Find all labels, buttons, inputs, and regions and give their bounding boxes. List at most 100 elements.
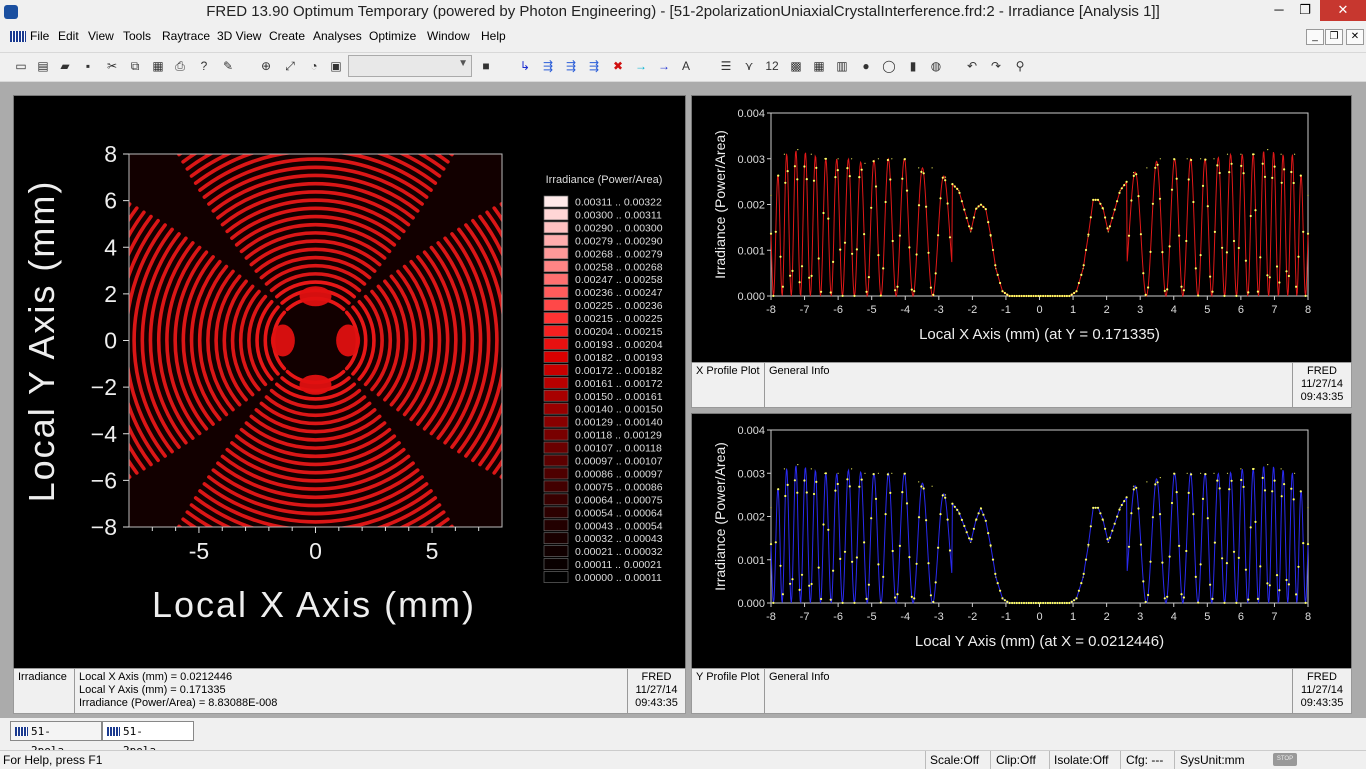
document-tab-bar: 51-2pola... 51-2pola... [0, 718, 1366, 757]
sample-point [1221, 246, 1224, 249]
clear-rays-icon[interactable]: ✖ [610, 58, 626, 74]
data-point [931, 167, 933, 169]
menu-optimize[interactable]: Optimize [369, 29, 416, 43]
sample-point [1080, 273, 1083, 276]
sample-point [841, 294, 844, 297]
sample-point [989, 234, 992, 237]
binoculars-icon[interactable]: ⚲ [1012, 58, 1028, 74]
copy-icon[interactable]: ⧉ [127, 58, 143, 74]
sample-point [1163, 597, 1166, 600]
document-menu-icon[interactable] [10, 31, 26, 42]
legend-swatch [543, 519, 569, 532]
new-icon[interactable]: ▭ [13, 58, 29, 74]
data-point [1307, 194, 1309, 196]
irradiance-plot-pane[interactable]: 8 6 4 2 0 −2 −4 −6 −8 -5 0 5 Local X Axis (mm) Local … [13, 95, 686, 669]
menu-edit[interactable]: Edit [58, 29, 79, 43]
monitor-icon[interactable]: ▥ [834, 58, 850, 74]
arrow-blue-icon[interactable]: → [656, 58, 672, 74]
data-point [1028, 295, 1030, 297]
sample-point [977, 205, 980, 208]
trace-text-icon[interactable]: A [678, 58, 694, 74]
redo-icon[interactable]: ↷ [988, 58, 1004, 74]
maximize-button[interactable]: ❐ [1292, 0, 1318, 21]
print-icon[interactable]: ⎙ [172, 58, 188, 74]
zoom-icon[interactable]: ⊕ [258, 58, 274, 74]
minimize-button[interactable]: ─ [1266, 0, 1292, 21]
x-profile-plot-pane[interactable]: 0.000 0.001 0.002 0.003 0.004 -8 -7 -6 -5 -4 -3 -2 -… [691, 95, 1352, 363]
open-icon[interactable]: ▰ [57, 58, 73, 74]
trace-grid-icon[interactable]: ⇶ [586, 58, 602, 74]
stop-button[interactable]: STOP [1273, 753, 1297, 766]
help-icon[interactable]: ? [196, 58, 212, 74]
sample-point [1306, 543, 1310, 546]
data-point [931, 485, 933, 487]
sample-point [805, 491, 808, 494]
fringe-ring [499, 202, 502, 479]
globe-icon[interactable]: ◯ [881, 58, 897, 74]
arrow-cyan-icon[interactable]: → [633, 58, 649, 74]
center-fringe-spot [299, 286, 332, 307]
properties-icon[interactable]: ✎ [220, 58, 236, 74]
sample-point [905, 502, 909, 505]
menu-view[interactable]: View [88, 29, 114, 43]
close-button[interactable]: ✕ [1320, 0, 1366, 21]
sample-point [820, 290, 823, 293]
save-icon[interactable]: ▪ [80, 58, 96, 74]
view-selector-combo[interactable]: ▼ [348, 55, 472, 77]
list-icon[interactable]: ☰ [718, 58, 734, 74]
fit-icon[interactable]: ⤢ [282, 58, 298, 74]
trace-all-icon[interactable]: ⇶ [540, 58, 556, 74]
mdi-minimize-button[interactable]: _ [1306, 29, 1324, 45]
sample-point [1011, 294, 1014, 298]
data-point [891, 158, 893, 160]
trace-icon[interactable]: ↳ [517, 58, 533, 74]
y-profile-stamp: FRED 11/27/14 09:43:35 [1293, 669, 1351, 713]
table-icon[interactable]: ▦ [811, 58, 827, 74]
x-tick-label: -8 [766, 304, 776, 316]
legend-swatch [543, 558, 569, 570]
color-icon[interactable]: ■ [478, 58, 494, 74]
sample-point [1290, 170, 1293, 174]
data-point [783, 468, 785, 470]
spot-icon[interactable]: 12 [764, 58, 780, 74]
menu-analyses[interactable]: Analyses [313, 29, 362, 43]
view-icon[interactable]: ▣ [328, 58, 344, 74]
mdi-restore-button[interactable]: ❐ [1325, 29, 1343, 45]
menu-3d-view[interactable]: 3D View [217, 29, 261, 43]
x-tick-label: -1 [1001, 304, 1011, 316]
legend-swatch [543, 208, 569, 221]
sample-point [1280, 181, 1283, 184]
menu-window[interactable]: Window [427, 29, 470, 43]
plot-type-label: Irradiance [14, 669, 75, 713]
lens-icon[interactable]: ● [858, 58, 874, 74]
sample-point [951, 502, 954, 505]
document-tab-2[interactable]: 51-2pola... [102, 721, 194, 757]
cut-icon[interactable]: ✂ [104, 58, 120, 74]
sample-point [1161, 251, 1164, 254]
chart-icon[interactable]: ▮ [905, 58, 921, 74]
menu-help[interactable]: Help [481, 29, 506, 43]
mdi-close-button[interactable]: ✕ [1346, 29, 1364, 45]
ray-summary-icon[interactable]: ⋎ [741, 58, 757, 74]
sample-point [1216, 479, 1219, 482]
sample-point [996, 582, 999, 585]
new-doc-icon[interactable]: ▤ [35, 58, 51, 74]
irradiance-info-bar: Irradiance Local X Axis (mm) = 0.0212446… [13, 668, 686, 714]
analysis-icon[interactable]: ▩ [788, 58, 804, 74]
trace-step-icon[interactable]: ⇶ [563, 58, 579, 74]
sample-point [1104, 527, 1107, 530]
data-point [1087, 235, 1089, 238]
y-profile-plot-pane[interactable]: 0.000 0.001 0.002 0.003 0.004 -8 -7 -6 -5 -4 -3 -2 -… [691, 413, 1352, 669]
sample-point [1123, 500, 1126, 503]
menu-create[interactable]: Create [269, 29, 305, 43]
menu-tools[interactable]: Tools [123, 29, 151, 43]
x-axis-label: Local Y Axis (mm) (at X = 0.0212446) [915, 633, 1164, 650]
menu-raytrace[interactable]: Raytrace [162, 29, 210, 43]
config-icon[interactable]: ◍ [928, 58, 944, 74]
menu-file[interactable]: File [30, 29, 49, 43]
paste-icon[interactable]: ▦ [150, 58, 166, 74]
undo-icon[interactable]: ↶ [964, 58, 980, 74]
document-tab-1[interactable]: 51-2pola... [10, 721, 102, 757]
rotate-icon[interactable]: ◔ [306, 58, 322, 74]
sample-point [798, 588, 801, 591]
